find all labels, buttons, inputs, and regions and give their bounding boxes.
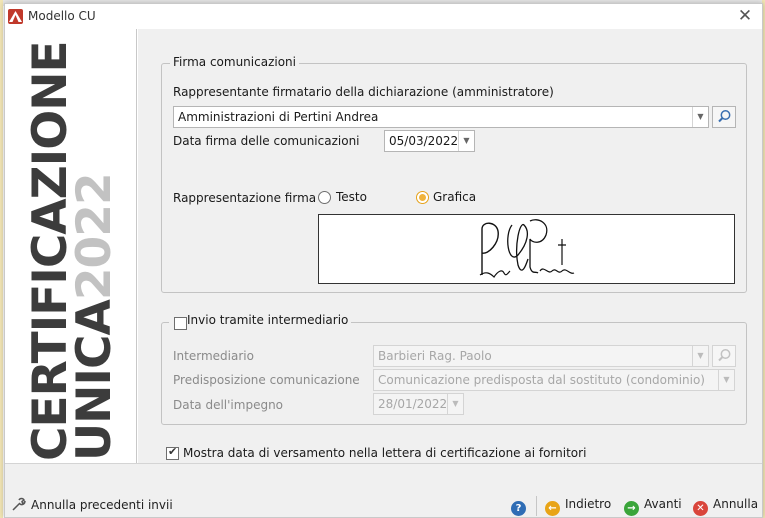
chevron-down-icon[interactable]: ▼: [718, 370, 734, 390]
rappresentante-search-button[interactable]: [712, 106, 736, 128]
annulla-label: Annulla: [713, 497, 759, 511]
rappresentazione-firma-label: Rappresentazione firma: [173, 191, 317, 205]
search-icon: [718, 110, 731, 123]
data-firma-value: 05/03/2022: [389, 134, 459, 148]
rappresentante-label: Rappresentante firmatario della dichiara…: [173, 85, 554, 99]
brand-year: 2022: [67, 173, 122, 301]
search-icon: [718, 349, 731, 362]
impegno-value: 28/01/2022: [378, 397, 448, 411]
indietro-button[interactable]: ← Indietro: [545, 497, 611, 517]
avanti-button[interactable]: → Avanti: [624, 497, 682, 517]
indietro-label: Indietro: [565, 497, 612, 511]
background-edge-left: [0, 0, 3, 518]
checkmark-icon: ✔: [168, 445, 178, 458]
data-firma-date-picker[interactable]: 05/03/2022 ▼: [384, 130, 475, 152]
dialog-window: Modello CU ✕ CERTIFICAZIONE UNICA2022 Fi…: [4, 3, 763, 518]
intermediario-legend: Invio tramite intermediario: [169, 313, 352, 327]
intermediario-label: Intermediario: [173, 349, 254, 363]
chevron-down-icon[interactable]: ▼: [692, 107, 708, 127]
intermediario-search-button[interactable]: [712, 345, 736, 367]
brand-line-2: UNICA: [67, 300, 122, 461]
predisposizione-label: Predisposizione comunicazione: [173, 373, 360, 387]
intermediario-checkbox[interactable]: [174, 317, 187, 330]
intermediario-group: Invio tramite intermediario Intermediari…: [161, 313, 747, 425]
intermediario-combo[interactable]: Barbieri Rag. Paolo ▼: [373, 345, 709, 367]
help-button[interactable]: ?: [511, 497, 531, 517]
window-title: Modello CU: [28, 9, 96, 23]
chevron-down-icon[interactable]: ▼: [692, 346, 708, 366]
help-icon: ?: [511, 501, 526, 516]
title-bar: Modello CU ✕: [5, 4, 762, 29]
predisposizione-value: Comunicazione predisposta dal sostituto …: [378, 373, 705, 387]
annulla-button[interactable]: ✕ Annulla: [693, 497, 758, 517]
main-content: Firma comunicazioni Rappresentante firma…: [138, 29, 762, 463]
brand-logo: CERTIFICAZIONE UNICA2022: [23, 41, 122, 461]
radio-grafica[interactable]: [416, 191, 429, 204]
rappresentante-combo[interactable]: Amministrazioni di Pertini Andrea ▼: [173, 106, 709, 128]
data-firma-label: Data firma delle comunicazioni: [173, 134, 360, 148]
annulla-precedenti-button[interactable]: Annulla precedenti invii: [11, 497, 173, 517]
annulla-precedenti-label: Annulla precedenti invii: [31, 498, 173, 512]
brand-line-1: CERTIFICAZIONE: [23, 41, 78, 461]
arrow-left-icon: ←: [545, 501, 560, 516]
rappresentante-value: Amministrazioni di Pertini Andrea: [178, 110, 379, 124]
signature-preview: [318, 214, 735, 284]
app-logo-icon: [8, 9, 23, 24]
avanti-label: Avanti: [644, 497, 682, 511]
radio-testo[interactable]: [318, 191, 331, 204]
footer-separator: [536, 496, 537, 516]
wrench-icon: [12, 497, 26, 511]
intermediario-legend-label[interactable]: Invio tramite intermediario: [187, 313, 348, 327]
impegno-label: Data dell'impegno: [173, 398, 284, 412]
predisposizione-combo[interactable]: Comunicazione predisposta dal sostituto …: [373, 369, 735, 391]
cancel-icon: ✕: [693, 501, 708, 516]
sidebar-brand-panel: CERTIFICAZIONE UNICA2022: [5, 29, 137, 463]
mostra-data-checkbox[interactable]: ✔: [166, 445, 179, 460]
chevron-down-icon[interactable]: ▼: [447, 394, 463, 414]
mostra-data-label[interactable]: Mostra data di versamento nella lettera …: [183, 446, 586, 460]
radio-testo-label[interactable]: Testo: [336, 190, 367, 204]
firma-group: Firma comunicazioni Rappresentante firma…: [161, 55, 747, 293]
arrow-right-icon: →: [624, 501, 639, 516]
close-icon[interactable]: ✕: [734, 6, 756, 26]
firma-legend: Firma comunicazioni: [170, 55, 299, 69]
radio-grafica-label[interactable]: Grafica: [433, 190, 476, 204]
chevron-down-icon[interactable]: ▼: [458, 131, 474, 151]
signature-image: [474, 215, 580, 283]
impegno-date-picker[interactable]: 28/01/2022 ▼: [373, 393, 464, 415]
intermediario-value: Barbieri Rag. Paolo: [378, 349, 492, 363]
